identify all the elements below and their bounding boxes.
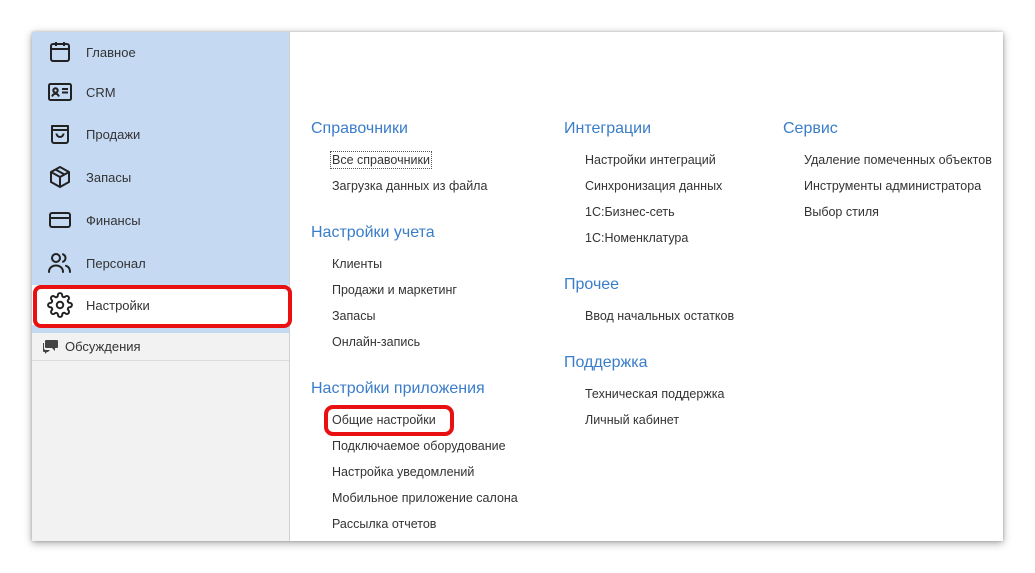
shopping-bag-icon: [46, 120, 74, 148]
section-title-integrations: Интеграции: [564, 120, 652, 137]
section-title-app-settings: Настройки приложения: [311, 380, 485, 397]
app-window: Главное CRM Продажи Запасы Финансы Персо…: [32, 32, 1003, 541]
link-data-sync[interactable]: Синхронизация данных: [585, 179, 722, 193]
sidebar-item-finance[interactable]: Финансы: [32, 200, 289, 240]
sidebar: Главное CRM Продажи Запасы Финансы Персо…: [32, 32, 292, 541]
link-delete-marked-objects[interactable]: Удаление помеченных объектов: [804, 153, 992, 167]
sidebar-item-crm[interactable]: CRM: [32, 72, 289, 112]
link-all-references[interactable]: Все справочники: [330, 151, 432, 169]
sidebar-item-discussions[interactable]: Обсуждения: [32, 333, 289, 361]
link-1c-business-network[interactable]: 1С:Бизнес-сеть: [585, 205, 675, 219]
credit-card-icon: [46, 206, 74, 234]
section-title-references: Справочники: [311, 120, 408, 137]
id-card-icon: [46, 78, 74, 106]
link-inventory[interactable]: Запасы: [332, 309, 375, 323]
link-sales-marketing[interactable]: Продажи и маркетинг: [332, 283, 457, 297]
sidebar-item-label: Финансы: [86, 212, 141, 228]
link-report-mailing[interactable]: Рассылка отчетов: [332, 517, 436, 531]
discussions-label: Обсуждения: [65, 339, 141, 354]
sidebar-item-staff[interactable]: Персонал: [32, 243, 289, 283]
sidebar-item-label: Запасы: [86, 169, 132, 185]
chat-icon: [42, 339, 59, 354]
link-tech-support[interactable]: Техническая поддержка: [585, 387, 724, 401]
link-personal-account[interactable]: Личный кабинет: [585, 413, 679, 427]
sidebar-item-inventory[interactable]: Запасы: [32, 157, 289, 197]
sidebar-item-label: Продажи: [86, 126, 141, 142]
sidebar-item-main[interactable]: Главное: [32, 32, 289, 72]
link-opening-balances[interactable]: Ввод начальных остатков: [585, 309, 734, 323]
sidebar-item-label: Главное: [86, 44, 136, 60]
section-title-service: Сервис: [783, 120, 838, 137]
link-style-choice[interactable]: Выбор стиля: [804, 205, 879, 219]
link-clients[interactable]: Клиенты: [332, 257, 382, 271]
settings-panel: Справочники Все справочники Загрузка дан…: [290, 32, 1003, 541]
link-1c-nomenclature[interactable]: 1С:Номенклатура: [585, 231, 688, 245]
link-import-from-file[interactable]: Загрузка данных из файла: [332, 179, 487, 193]
sidebar-item-label: CRM: [86, 84, 116, 100]
link-admin-tools[interactable]: Инструменты администратора: [804, 179, 981, 193]
users-icon: [46, 249, 74, 277]
calendar-icon: [46, 38, 74, 66]
link-online-booking[interactable]: Онлайн-запись: [332, 335, 420, 349]
sidebar-item-sales[interactable]: Продажи: [32, 114, 289, 154]
link-notification-settings[interactable]: Настройка уведомлений: [332, 465, 474, 479]
settings-highlight-frame: [33, 285, 292, 328]
box-icon: [46, 163, 74, 191]
general-settings-highlight-frame: [324, 405, 454, 436]
section-title-support: Поддержка: [564, 354, 648, 371]
link-connected-equipment[interactable]: Подключаемое оборудование: [332, 439, 506, 453]
sidebar-item-label: Персонал: [86, 255, 146, 271]
section-title-account-settings: Настройки учета: [311, 224, 435, 241]
link-integration-settings[interactable]: Настройки интеграций: [585, 153, 716, 167]
section-title-other: Прочее: [564, 276, 620, 293]
link-mobile-app[interactable]: Мобильное приложение салона: [332, 491, 518, 505]
